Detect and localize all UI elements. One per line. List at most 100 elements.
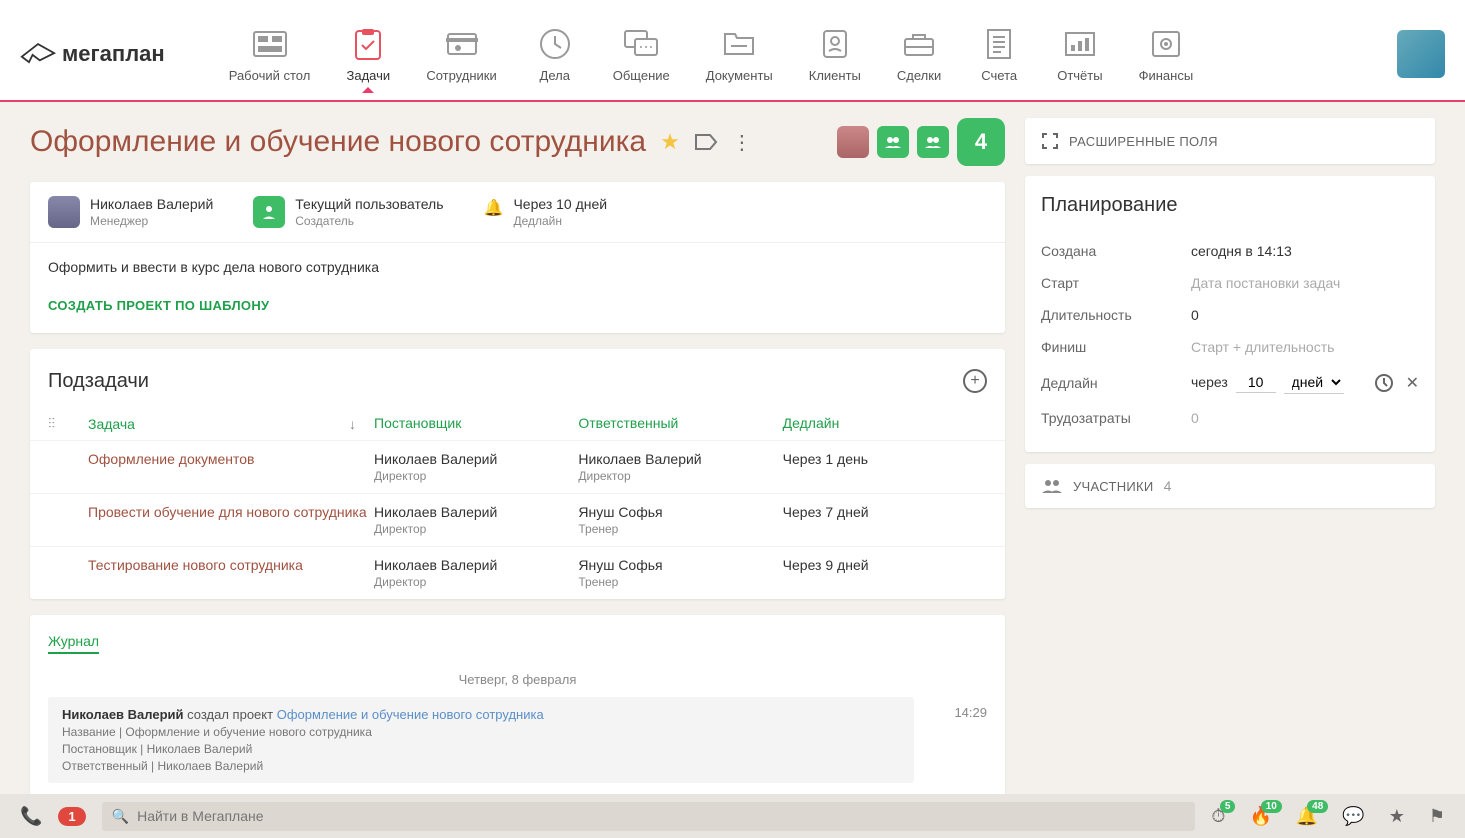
task-link[interactable]: Провести обучение для нового сотрудника (88, 504, 367, 520)
desktop-icon (248, 26, 292, 62)
owner-name: Николаев Валерий (374, 504, 578, 520)
column-handle-icon[interactable]: ⫶⫶ (48, 415, 88, 432)
plan-labor-row[interactable]: Трудозатраты 0 (1041, 402, 1419, 434)
journal-author: Николаев Валерий (62, 707, 184, 722)
nav-chat[interactable]: Общение (609, 18, 674, 91)
meta-row: Николаев Валерий Менеджер Текущий пользо… (30, 182, 1005, 243)
resp-name: Николаев Валерий (578, 451, 782, 467)
row-deadline: Через 1 день (783, 451, 987, 467)
chat-icon (619, 26, 663, 62)
nav-invoices[interactable]: Счета (973, 18, 1025, 91)
nav-deals[interactable]: Дела (529, 18, 581, 91)
nav-sales[interactable]: Сделки (893, 18, 945, 91)
phone-icon[interactable]: 📞 (20, 806, 42, 827)
nav-documents[interactable]: Документы (702, 18, 777, 91)
fire-status[interactable]: 🔥10 (1249, 806, 1271, 827)
search-wrap[interactable]: 🔍 (102, 802, 1196, 831)
nav-label: Документы (706, 68, 773, 83)
table-row[interactable]: Провести обучение для нового сотрудника … (30, 493, 1005, 546)
column-task[interactable]: Задача↓ (88, 415, 374, 432)
column-deadline[interactable]: Дедлайн (783, 415, 987, 432)
nav-label: Отчёты (1057, 68, 1102, 83)
group-badge-2[interactable] (917, 126, 949, 158)
timer-status[interactable]: ⏱5 (1211, 806, 1225, 827)
status-icons: ⏱5 🔥10 🔔48 💬 ★ ⚑ (1211, 806, 1445, 827)
table-row[interactable]: Оформление документов Николаев ВалерийДи… (30, 440, 1005, 493)
plan-duration-row[interactable]: Длительность 0 (1041, 299, 1419, 331)
deadline-unit-select[interactable]: дней (1284, 371, 1344, 394)
deadline-item[interactable]: 🔔 Через 10 дней Дедлайн (484, 196, 608, 228)
planning-panel: Планирование Создана сегодня в 14:13 Ста… (1025, 176, 1435, 452)
topbar: мегаплан Рабочий стол Задачи Сотрудники … (0, 0, 1465, 102)
journal-time: 14:29 (954, 697, 987, 783)
resp-name: Януш Софья (578, 504, 782, 520)
deadline-text: Через 10 дней (513, 196, 607, 212)
content: Оформление и обучение нового сотрудника … (0, 102, 1465, 794)
people-icon (1041, 478, 1063, 494)
tasks-icon (346, 26, 390, 62)
employees-icon (440, 26, 484, 62)
journal-date: Четверг, 8 февраля (48, 672, 987, 687)
briefcase-icon (897, 26, 941, 62)
participant-avatar[interactable] (837, 126, 869, 158)
bottombar: 📞 1 🔍 ⏱5 🔥10 🔔48 💬 ★ ⚑ (0, 794, 1465, 838)
nav-finance[interactable]: Финансы (1135, 18, 1198, 91)
manager-item[interactable]: Николаев Валерий Менеджер (48, 196, 213, 228)
creator-item[interactable]: Текущий пользователь Создатель (253, 196, 443, 228)
title-row: Оформление и обучение нового сотрудника … (30, 118, 1005, 166)
meta-card: Николаев Валерий Менеджер Текущий пользо… (30, 182, 1005, 333)
add-subtask-button[interactable]: + (963, 369, 987, 393)
plan-start-row[interactable]: Старт Дата постановки задач (1041, 267, 1419, 299)
sort-down-icon: ↓ (349, 416, 356, 432)
plan-finish-row[interactable]: Финиш Старт + длительность (1041, 331, 1419, 363)
more-icon[interactable]: ⋮ (732, 130, 752, 155)
deadline-prefix: через (1191, 374, 1228, 390)
logo[interactable]: мегаплан (20, 40, 165, 68)
task-link[interactable]: Тестирование нового сотрудника (88, 557, 303, 573)
group-badge-1[interactable] (877, 126, 909, 158)
group-count-badge[interactable]: 4 (957, 118, 1005, 166)
clear-icon[interactable]: ✕ (1406, 373, 1419, 393)
alert-status[interactable]: ⚑ (1429, 806, 1445, 827)
journal-body: Николаев Валерий создал проект Оформлени… (48, 697, 914, 783)
title-right: 4 (837, 118, 1005, 166)
deadline-value-input[interactable] (1236, 372, 1276, 393)
user-avatar[interactable] (1397, 30, 1445, 78)
journal-tab[interactable]: Журнал (48, 633, 99, 654)
bell-status[interactable]: 🔔48 (1296, 806, 1318, 827)
participants-panel[interactable]: УЧАСТНИКИ 4 (1025, 464, 1435, 508)
group-count: 4 (975, 129, 987, 155)
journal-detail: Название | Оформление и обучение нового … (62, 725, 900, 739)
deadline-label: Дедлайн (513, 214, 607, 228)
nav-reports[interactable]: Отчёты (1053, 18, 1106, 91)
main-column: Оформление и обучение нового сотрудника … (30, 118, 1005, 778)
task-link[interactable]: Оформление документов (88, 451, 255, 467)
nav-employees[interactable]: Сотрудники (422, 18, 500, 91)
clock-icon[interactable] (1374, 373, 1394, 393)
nav-label: Задачи (346, 68, 390, 83)
journal-project-link[interactable]: Оформление и обучение нового сотрудника (277, 707, 544, 722)
call-badge[interactable]: 1 (58, 807, 85, 826)
owner-role: Директор (374, 575, 578, 589)
search-input[interactable] (137, 808, 1185, 824)
row-deadline: Через 7 дней (783, 504, 987, 520)
tag-icon[interactable] (694, 133, 718, 151)
star-icon[interactable]: ★ (660, 129, 680, 155)
create-template-link[interactable]: СОЗДАТЬ ПРОЕКТ ПО ШАБЛОНУ (48, 298, 269, 313)
nav-tasks[interactable]: Задачи (342, 18, 394, 91)
row-deadline: Через 9 дней (783, 557, 987, 573)
subtasks-title: Подзадачи (48, 370, 149, 393)
nav-label: Дела (540, 68, 570, 83)
nav-desktop[interactable]: Рабочий стол (225, 18, 315, 91)
extended-fields-label: РАСШИРЕННЫЕ ПОЛЯ (1069, 134, 1218, 149)
column-owner[interactable]: Постановщик (374, 415, 578, 432)
description: Оформить и ввести в курс дела нового сот… (48, 259, 987, 275)
nav-label: Счета (981, 68, 1017, 83)
column-responsible[interactable]: Ответственный (578, 415, 782, 432)
extended-fields-panel[interactable]: РАСШИРЕННЫЕ ПОЛЯ (1025, 118, 1435, 164)
star-status[interactable]: ★ (1389, 806, 1405, 827)
nav-items: Рабочий стол Задачи Сотрудники Дела Обще… (225, 18, 1397, 91)
nav-clients[interactable]: Клиенты (805, 18, 865, 91)
chat-status[interactable]: 💬 (1342, 806, 1364, 827)
table-row[interactable]: Тестирование нового сотрудника Николаев … (30, 546, 1005, 599)
